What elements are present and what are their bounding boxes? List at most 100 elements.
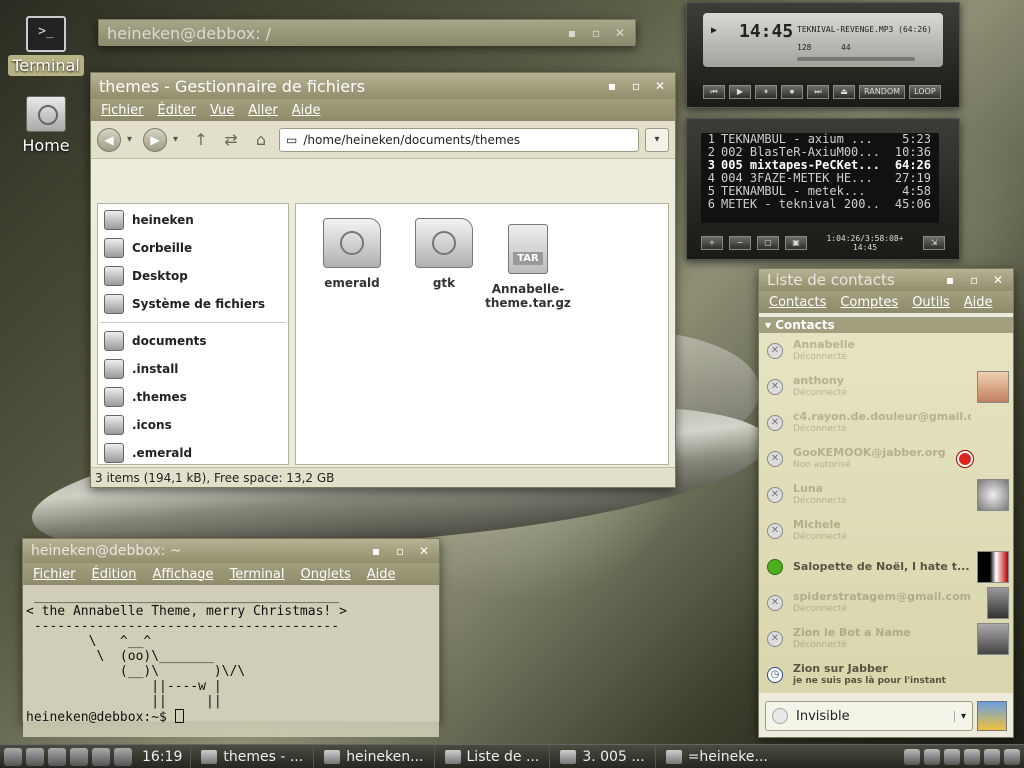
sidebar-item-corbeille[interactable]: Corbeille <box>98 234 288 262</box>
menu-vue[interactable]: Vue <box>210 103 234 118</box>
menu-fichier[interactable]: Fichier <box>33 567 76 582</box>
contact-list-window[interactable]: Liste de contacts ▪ ▫ ✕ Contacts Comptes… <box>758 268 1014 738</box>
close-button[interactable]: ✕ <box>989 273 1007 287</box>
sidebar-item-emerald[interactable]: .emerald <box>98 439 288 467</box>
select-button[interactable]: ▢ <box>757 236 779 250</box>
sidebar-item-themes[interactable]: .themes <box>98 383 288 411</box>
contact-row[interactable]: ✕ Annabelle Déconnecté <box>759 333 1013 369</box>
file-view[interactable]: emerald gtk TAR Annabelle-theme.tar.gz <box>295 203 669 465</box>
misc-button[interactable]: ▣ <box>785 236 807 250</box>
window-titlebar[interactable]: Liste de contacts ▪ ▫ ✕ <box>759 269 1013 291</box>
menu-aller[interactable]: Aller <box>248 103 277 118</box>
menu-contacts[interactable]: Contacts <box>769 295 826 310</box>
location-bar[interactable]: ▭ /home/heineken/documents/themes <box>279 127 639 152</box>
contact-row[interactable]: ✕ Luna Déconnecté <box>759 477 1013 513</box>
tools-launcher-icon[interactable] <box>48 747 66 766</box>
tray-icon[interactable] <box>924 748 940 765</box>
pause-button[interactable]: ⏸ <box>755 85 777 99</box>
maximize-button[interactable]: ▫ <box>391 544 409 558</box>
minimize-button[interactable]: ▪ <box>563 26 581 40</box>
loop-button[interactable]: LOOP <box>909 85 941 99</box>
background-terminal-window[interactable]: heineken@debbox: / ▪ ▫ ✕ <box>98 19 636 46</box>
terminal-output[interactable]: _______________________________________ … <box>23 585 439 737</box>
up-arrow-icon[interactable]: ↑ <box>189 130 213 149</box>
desktop-icon-terminal[interactable]: >_ Terminal <box>8 16 84 76</box>
back-history-dropdown[interactable]: ▾ <box>127 134 137 145</box>
menu-aide[interactable]: Aide <box>367 567 396 582</box>
terminal-window[interactable]: heineken@debbox: ~ ▪ ▫ ✕ Fichier Édition… <box>22 538 440 737</box>
contact-row[interactable]: ✕c4.rayon.de.douleur@gmail.comDéconnecté <box>759 405 1013 441</box>
menu-onglets[interactable]: Onglets <box>301 567 351 582</box>
desktop-icon-home[interactable]: Home <box>8 96 84 155</box>
task-contacts[interactable]: Liste de ... <box>433 745 550 768</box>
close-button[interactable]: ✕ <box>415 544 433 558</box>
forward-button[interactable]: ▶ <box>143 127 167 152</box>
menu-edition[interactable]: Édition <box>92 567 137 582</box>
window-titlebar[interactable]: heineken@debbox: ~ ▪ ▫ ✕ <box>23 539 439 563</box>
menu-comptes[interactable]: Comptes <box>840 295 898 310</box>
app-launcher-icon[interactable] <box>70 747 88 766</box>
contact-row[interactable]: ✕ Michele Déconnecté <box>759 513 1013 549</box>
task-terminal[interactable]: heineken... <box>313 745 433 768</box>
maximize-button[interactable]: ▫ <box>587 26 605 40</box>
maximize-button[interactable]: ▫ <box>627 79 645 93</box>
random-button[interactable]: RANDOM <box>859 85 906 99</box>
volume-icon[interactable] <box>984 748 1000 765</box>
menu-terminal[interactable]: Terminal <box>230 567 285 582</box>
next-button[interactable]: ⏭ <box>807 85 829 99</box>
menu-editer[interactable]: Éditer <box>158 103 197 118</box>
forward-history-dropdown[interactable]: ▾ <box>173 134 183 145</box>
status-selector[interactable]: Invisible ▾ <box>765 701 973 731</box>
window-titlebar[interactable]: themes - Gestionnaire de fichiers ▪ ▫ ✕ <box>91 73 675 99</box>
contact-row[interactable]: ✕ Zion le Bot a Name Déconnecté <box>759 621 1013 657</box>
menu-aide[interactable]: Aide <box>964 295 993 310</box>
menu-icon[interactable] <box>4 747 22 766</box>
media-player-window[interactable]: ▶ 14:45 TEKNIVAL-REVENGE.MP3 (64:26) 128… <box>686 2 960 108</box>
location-dropdown-button[interactable]: ▾ <box>645 127 669 152</box>
network-icon[interactable] <box>1004 748 1020 765</box>
sidebar-item-documents[interactable]: documents <box>98 327 288 355</box>
menu-outils[interactable]: Outils <box>912 295 950 310</box>
sidebar-item-install[interactable]: .install <box>98 355 288 383</box>
task-terminal-2[interactable]: =heineke... <box>654 745 778 768</box>
minimize-button[interactable]: ▪ <box>367 544 385 558</box>
add-track-button[interactable]: + <box>701 236 723 250</box>
play-button[interactable]: ▶ <box>729 85 751 99</box>
file-manager-window[interactable]: themes - Gestionnaire de fichiers ▪ ▫ ✕ … <box>90 72 676 488</box>
window-titlebar[interactable]: heineken@debbox: / ▪ ▫ ✕ <box>99 20 635 46</box>
close-button[interactable]: ✕ <box>651 79 669 93</box>
remove-track-button[interactable]: − <box>729 236 751 250</box>
contact-group-header[interactable]: ▾ Contacts <box>759 317 1013 333</box>
playlist-window[interactable]: 1 TEKNAMBUL - axium ... 5:23 2 002 BlasTeR-… <box>686 118 960 260</box>
back-button[interactable]: ◀ <box>97 127 121 152</box>
menu-affichage[interactable]: Affichage <box>152 567 213 582</box>
menu-aide[interactable]: Aide <box>292 103 321 118</box>
contact-row[interactable]: Salopette de Noël, I hate t... <box>759 549 1013 585</box>
task-file-manager[interactable]: themes - ... <box>190 745 313 768</box>
sidebar-item-icons[interactable]: .icons <box>98 411 288 439</box>
stop-button[interactable]: ⏹ <box>781 85 803 99</box>
contact-row[interactable]: ✕ anthony Déconnecté <box>759 369 1013 405</box>
sidebar-item-heineken[interactable]: heineken <box>98 206 288 234</box>
playlist-row[interactable]: 6 METEK - teknival 200... 45:06 <box>701 198 939 211</box>
seek-slider[interactable] <box>797 57 915 61</box>
file-item[interactable]: emerald <box>304 218 400 290</box>
contact-row[interactable]: ◷ Zion sur Jabber je ne suis pas là pour l… <box>759 657 1013 693</box>
playlist[interactable]: 1 TEKNAMBUL - axium ... 5:23 2 002 BlasTeR-… <box>701 133 939 223</box>
tray-icon[interactable] <box>904 748 920 765</box>
close-button[interactable]: ✕ <box>611 26 629 40</box>
contact-row[interactable]: ✕ GooKEMOOK@jabber.org Non autorisé <box>759 441 1013 477</box>
tray-icon[interactable] <box>964 748 980 765</box>
app-launcher-icon[interactable] <box>92 747 110 766</box>
menu-fichier[interactable]: Fichier <box>101 103 144 118</box>
terminal-launcher-icon[interactable] <box>26 747 44 766</box>
contact-row[interactable]: ✕ spiderstratagem@gmail.com Déconnecté <box>759 585 1013 621</box>
sidebar-item-filesystem[interactable]: Système de fichiers <box>98 290 288 318</box>
reload-icon[interactable]: ⇄ <box>219 130 243 149</box>
minimize-button[interactable]: ▪ <box>603 79 621 93</box>
home-icon[interactable]: ⌂ <box>249 130 273 149</box>
task-media-player[interactable]: 3. 005 ... <box>549 745 654 768</box>
previous-button[interactable]: ⏮ <box>703 85 725 99</box>
eject-button[interactable]: ⏏ <box>833 85 855 99</box>
my-avatar-button[interactable] <box>977 701 1007 731</box>
